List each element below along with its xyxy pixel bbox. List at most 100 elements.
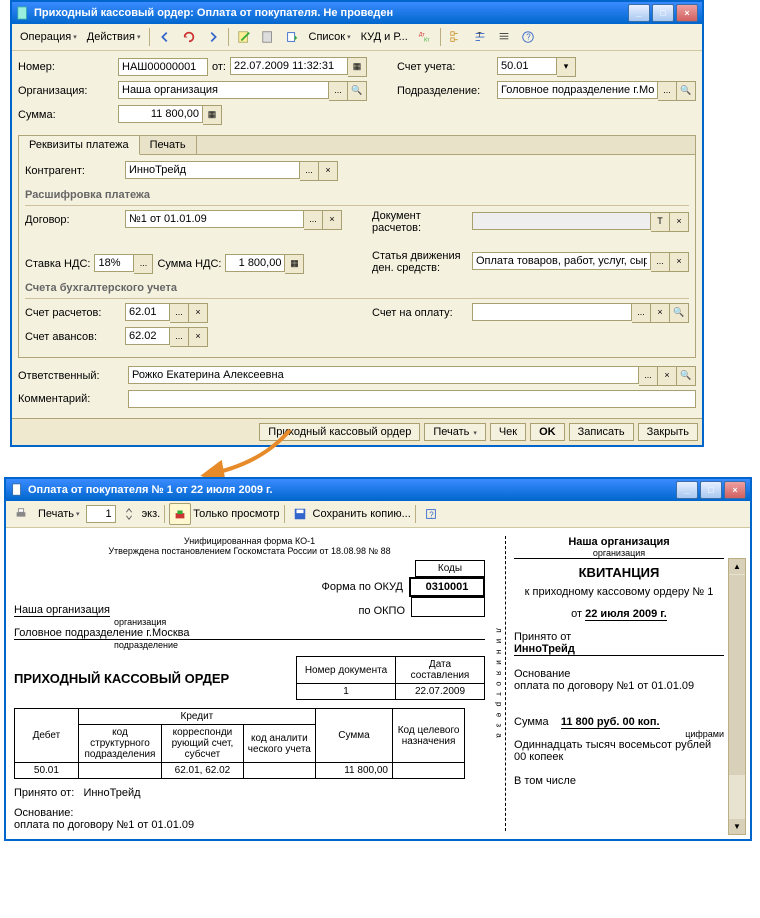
- clear-button[interactable]: ×: [189, 303, 208, 323]
- close-button[interactable]: ×: [676, 4, 698, 22]
- contractor-input[interactable]: [125, 161, 300, 179]
- docnum-value: 1: [297, 684, 396, 700]
- tab-print[interactable]: Печать: [140, 136, 197, 154]
- help-icon[interactable]: ?: [517, 26, 539, 48]
- basis-value: оплата по договору №1 от 01.01.09: [14, 819, 194, 831]
- dds-input[interactable]: [472, 252, 651, 270]
- print-button[interactable]: Печать: [424, 423, 486, 441]
- kud-button[interactable]: КУД и Р...: [357, 29, 412, 45]
- basis-label: Основание:: [14, 807, 73, 819]
- clear-button[interactable]: ×: [658, 366, 677, 386]
- help-icon[interactable]: ?: [420, 503, 442, 525]
- titlebar[interactable]: Приходный кассовый ордер: Оплата от поку…: [12, 2, 702, 24]
- vatrate-input[interactable]: [94, 254, 134, 272]
- calc-icon[interactable]: ▦: [285, 254, 304, 274]
- ok-button[interactable]: OK: [530, 423, 565, 441]
- maximize-button[interactable]: □: [652, 4, 674, 22]
- save-icon[interactable]: [289, 503, 311, 525]
- unpost-icon[interactable]: [257, 26, 279, 48]
- contract-input[interactable]: [125, 210, 304, 228]
- dtkr-icon[interactable]: ДтКт: [414, 26, 436, 48]
- scroll-up-icon[interactable]: ▲: [729, 559, 745, 574]
- comment-input[interactable]: [128, 390, 696, 408]
- prev-icon[interactable]: [154, 26, 176, 48]
- form-header2: Утверждена постановлением Госкомстата Ро…: [14, 546, 485, 556]
- ekz-label: экз.: [142, 508, 161, 520]
- dds-label: Статья движения ден. средств:: [372, 250, 472, 274]
- scroll-thumb[interactable]: [729, 575, 745, 775]
- clear-button[interactable]: ×: [670, 212, 689, 232]
- clear-button[interactable]: ×: [189, 327, 208, 347]
- readonly-icon[interactable]: [169, 503, 191, 525]
- date-input[interactable]: [230, 57, 348, 75]
- copies-input[interactable]: [86, 505, 116, 523]
- select-button[interactable]: ...: [329, 81, 348, 101]
- select-button[interactable]: ...: [651, 252, 670, 272]
- scrollbar[interactable]: ▲ ▼: [728, 558, 746, 835]
- dropdown-icon[interactable]: ▾: [557, 57, 576, 77]
- acccalc-input[interactable]: [125, 303, 170, 321]
- save-button[interactable]: Записать: [569, 423, 634, 441]
- lines-icon[interactable]: [493, 26, 515, 48]
- select-button[interactable]: ...: [170, 327, 189, 347]
- tree-icon[interactable]: [445, 26, 467, 48]
- close-button[interactable]: ×: [724, 481, 746, 499]
- text-icon[interactable]: T: [469, 26, 491, 48]
- select-button[interactable]: ...: [304, 210, 323, 230]
- account-input[interactable]: [497, 57, 557, 75]
- calc-icon[interactable]: ▦: [203, 105, 222, 125]
- r-date: 22 июля 2009 г.: [585, 608, 667, 621]
- select-button[interactable]: ...: [170, 303, 189, 323]
- responsible-input[interactable]: [128, 366, 639, 384]
- next-icon[interactable]: [202, 26, 224, 48]
- select-button[interactable]: ...: [300, 161, 319, 181]
- spinner-icon[interactable]: [118, 503, 140, 525]
- scroll-down-icon[interactable]: ▼: [729, 819, 745, 834]
- clear-button[interactable]: ×: [319, 161, 338, 181]
- refresh-icon[interactable]: [178, 26, 200, 48]
- svg-text:T: T: [477, 32, 482, 39]
- clear-button[interactable]: ×: [670, 252, 689, 272]
- select-button[interactable]: ...: [639, 366, 658, 386]
- clear-button[interactable]: ×: [651, 303, 670, 323]
- accinv-input[interactable]: [472, 303, 632, 321]
- select-button[interactable]: ...: [658, 81, 677, 101]
- titlebar[interactable]: Оплата от покупателя № 1 от 22 июля 2009…: [6, 479, 750, 501]
- printer-icon[interactable]: [10, 503, 32, 525]
- tab-requisites[interactable]: Реквизиты платежа: [19, 136, 140, 155]
- lookup-icon[interactable]: 🔍: [348, 81, 367, 101]
- movements-icon[interactable]: [281, 26, 303, 48]
- account-label: Счет учета:: [397, 61, 497, 73]
- pko-button[interactable]: Приходный кассовый ордер: [259, 423, 420, 441]
- sum-cell: 11 800,00: [315, 763, 392, 779]
- lookup-icon[interactable]: 🔍: [677, 81, 696, 101]
- list-button[interactable]: Список: [305, 29, 355, 45]
- lookup-icon[interactable]: 🔍: [670, 303, 689, 323]
- svg-text:Кт: Кт: [424, 37, 430, 43]
- maximize-button[interactable]: □: [700, 481, 722, 499]
- check-button[interactable]: Чек: [490, 423, 526, 441]
- post-icon[interactable]: [233, 26, 255, 48]
- date-picker-icon[interactable]: ▦: [348, 57, 367, 77]
- savecopy-label[interactable]: Сохранить копию...: [313, 508, 411, 520]
- number-input[interactable]: [118, 58, 208, 76]
- dept-input[interactable]: [497, 81, 658, 99]
- sum-input[interactable]: [118, 105, 203, 123]
- acccalc-label: Счет расчетов:: [25, 307, 125, 319]
- actions-menu[interactable]: Действия: [83, 29, 145, 45]
- print-menu[interactable]: Печать: [34, 506, 84, 522]
- calcdoc-input[interactable]: [472, 212, 651, 230]
- minimize-button[interactable]: _: [676, 481, 698, 499]
- lookup-icon[interactable]: 🔍: [677, 366, 696, 386]
- org-input[interactable]: [118, 81, 329, 99]
- accadv-input[interactable]: [125, 327, 170, 345]
- clear-button[interactable]: ×: [323, 210, 342, 230]
- operation-menu[interactable]: Операция: [16, 29, 81, 45]
- minimize-button[interactable]: _: [628, 4, 650, 22]
- close-button[interactable]: Закрыть: [638, 423, 698, 441]
- readonly-label: Только просмотр: [193, 508, 279, 520]
- select-button[interactable]: ...: [632, 303, 651, 323]
- select-button[interactable]: ...: [134, 254, 153, 274]
- vatsum-input[interactable]: [225, 254, 285, 272]
- type-button[interactable]: T: [651, 212, 670, 232]
